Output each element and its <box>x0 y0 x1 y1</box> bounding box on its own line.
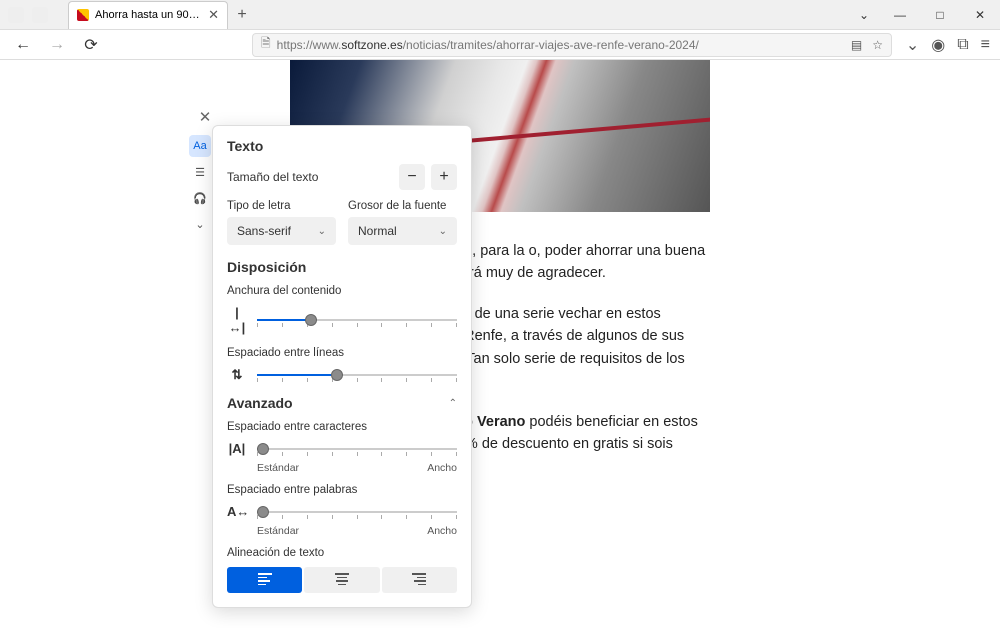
reader-tab-theme[interactable]: ☰ <box>189 161 211 183</box>
font-type-label: Tipo de letra <box>227 200 336 212</box>
tabs-dropdown-icon[interactable]: ⌄ <box>848 0 880 30</box>
font-weight-select[interactable]: Normal ⌄ <box>348 217 457 245</box>
reader-mode-icon[interactable]: 🗎 <box>261 34 271 55</box>
close-reader-button[interactable]: ✕ <box>196 108 214 126</box>
char-spacing-slider[interactable] <box>257 442 457 456</box>
align-center-button[interactable] <box>304 567 379 593</box>
close-tab-icon[interactable]: ✕ <box>208 7 219 23</box>
titlebar: Ahorra hasta un 90% en tus via ✕ + ⌄ — □… <box>0 0 1000 30</box>
font-weight-label: Grosor de la fuente <box>348 200 457 212</box>
maximize-button[interactable]: □ <box>920 0 960 30</box>
reader-icon[interactable]: ▤ <box>851 38 862 52</box>
toolbar: ← → ⟳ 🗎 https://www.softzone.es/noticias… <box>0 30 1000 60</box>
account-icon[interactable]: ◉ <box>931 35 945 55</box>
slider-max-label: Ancho <box>427 525 457 537</box>
bookmark-icon[interactable]: ☆ <box>872 38 883 52</box>
extensions-icon[interactable]: ⧉ <box>957 36 968 54</box>
increase-text-button[interactable]: + <box>431 164 457 190</box>
word-spacing-icon: A↔ <box>227 504 247 519</box>
forward-button[interactable]: → <box>44 32 70 58</box>
reader-sidebar-tabs: Aa ☰ 🎧 ⌄ <box>189 135 213 235</box>
new-tab-button[interactable]: + <box>228 1 256 29</box>
text-size-label: Tamaño del texto <box>227 170 318 184</box>
layout-heading: Disposición <box>227 259 457 275</box>
chevron-down-icon: ⌄ <box>318 226 326 237</box>
content-width-slider[interactable] <box>257 313 457 327</box>
advanced-toggle[interactable]: Avanzado ⌃ <box>227 395 457 411</box>
panel-title: Texto <box>227 138 457 154</box>
slider-max-label: Ancho <box>427 462 457 474</box>
slider-min-label: Estándar <box>257 462 299 474</box>
char-spacing-icon: |A| <box>227 441 247 456</box>
content-width-label: Anchura del contenido <box>227 285 457 297</box>
address-bar[interactable]: 🗎 https://www.softzone.es/noticias/trami… <box>252 33 892 57</box>
chevron-up-icon: ⌃ <box>449 398 457 409</box>
close-window-button[interactable]: ✕ <box>960 0 1000 30</box>
pocket-icon[interactable]: ⌄ <box>906 35 919 55</box>
back-button[interactable]: ← <box>10 32 36 58</box>
app-menu-icon[interactable] <box>8 7 24 23</box>
line-spacing-slider[interactable] <box>257 368 457 382</box>
url-text: https://www.softzone.es/noticias/tramite… <box>277 38 699 52</box>
reader-tab-narrate[interactable]: 🎧 <box>189 187 211 209</box>
chevron-down-icon: ⌄ <box>439 226 447 237</box>
tab-title: Ahorra hasta un 90% en tus via <box>95 9 202 21</box>
word-spacing-slider[interactable] <box>257 505 457 519</box>
word-spacing-label: Espaciado entre palabras <box>227 484 457 496</box>
menu-icon[interactable]: ≡ <box>981 36 990 54</box>
line-spacing-label: Espaciado entre líneas <box>227 347 457 359</box>
reader-text-panel: Texto Tamaño del texto − + Tipo de letra… <box>212 125 472 608</box>
line-height-icon: ⇅ <box>227 367 247 383</box>
width-icon: |↔| <box>227 305 247 335</box>
sidebar-toggle-icon[interactable] <box>32 7 48 23</box>
reader-tab-text[interactable]: Aa <box>189 135 211 157</box>
align-left-button[interactable] <box>227 567 302 593</box>
char-spacing-label: Espaciado entre caracteres <box>227 421 457 433</box>
text-align-label: Alineación de texto <box>227 547 457 559</box>
browser-tab[interactable]: Ahorra hasta un 90% en tus via ✕ <box>68 1 228 29</box>
reader-tab-pocket[interactable]: ⌄ <box>189 213 211 235</box>
font-type-select[interactable]: Sans-serif ⌄ <box>227 217 336 245</box>
align-right-button[interactable] <box>382 567 457 593</box>
minimize-button[interactable]: — <box>880 0 920 30</box>
favicon-icon <box>77 9 89 21</box>
decrease-text-button[interactable]: − <box>399 164 425 190</box>
slider-min-label: Estándar <box>257 525 299 537</box>
reload-button[interactable]: ⟳ <box>78 32 104 58</box>
